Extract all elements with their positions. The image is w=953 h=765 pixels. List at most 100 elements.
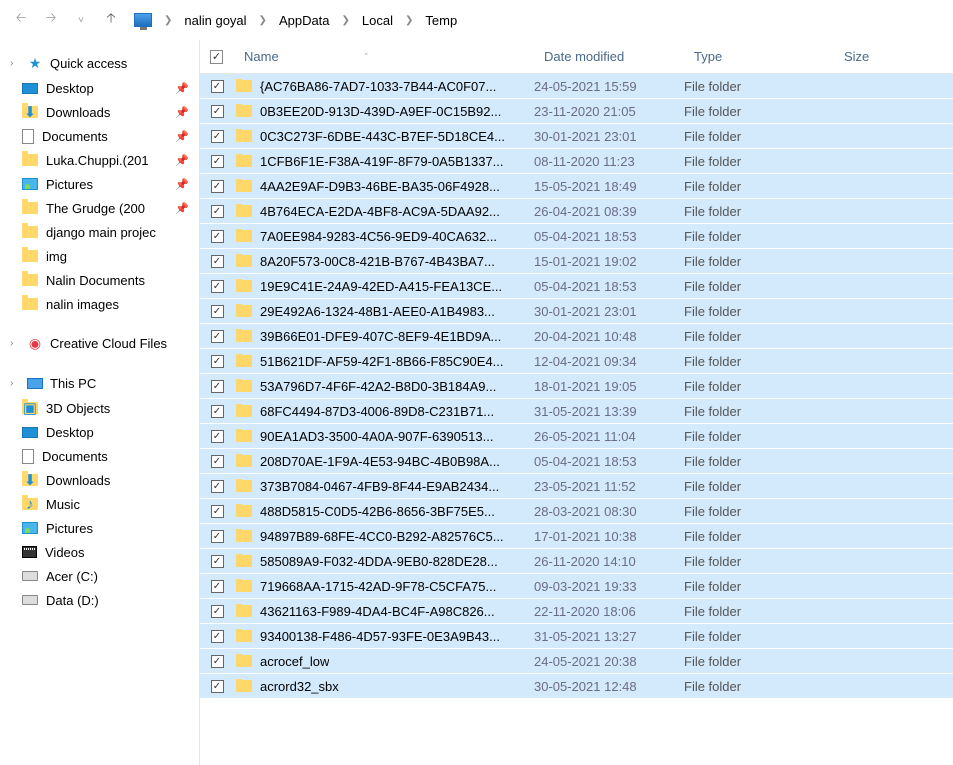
file-row[interactable]: ✓4AA2E9AF-D9B3-46BE-BA35-06F4928...15-05… xyxy=(200,174,953,199)
file-row[interactable]: ✓53A796D7-4F6F-42A2-B8D0-3B184A9...18-01… xyxy=(200,374,953,399)
file-row[interactable]: ✓4B764ECA-E2DA-4BF8-AC9A-5DAA92...26-04-… xyxy=(200,199,953,224)
sidebar-item-label: Music xyxy=(46,497,189,512)
sidebar-item[interactable]: ⬇Downloads📌 xyxy=(0,100,199,124)
row-checkbox[interactable]: ✓ xyxy=(211,155,224,168)
sidebar-item[interactable]: Videos xyxy=(0,540,199,564)
sidebar-item[interactable]: The Grudge (200📌 xyxy=(0,196,199,220)
row-checkbox[interactable]: ✓ xyxy=(211,605,224,618)
file-name: 373B7084-0467-4FB9-8F44-E9AB2434... xyxy=(260,479,499,494)
file-row[interactable]: ✓29E492A6-1324-48B1-AEE0-A1B4983...30-01… xyxy=(200,299,953,324)
chevron-right-icon[interactable]: › xyxy=(10,338,20,349)
column-header-date[interactable]: Date modified xyxy=(534,40,684,73)
sidebar-item[interactable]: ⬇Downloads xyxy=(0,468,199,492)
sidebar-item[interactable]: Documents xyxy=(0,444,199,468)
sidebar-item-label: django main projec xyxy=(46,225,189,240)
breadcrumb-item[interactable]: Temp xyxy=(421,11,461,30)
row-checkbox[interactable]: ✓ xyxy=(211,230,224,243)
breadcrumb-item[interactable]: Local xyxy=(358,11,397,30)
row-checkbox[interactable]: ✓ xyxy=(211,405,224,418)
row-checkbox[interactable]: ✓ xyxy=(211,655,224,668)
sidebar-item[interactable]: nalin images xyxy=(0,292,199,316)
breadcrumb[interactable]: ❯ nalin goyal ❯ AppData ❯ Local ❯ Temp xyxy=(134,11,461,30)
row-checkbox[interactable]: ✓ xyxy=(211,455,224,468)
column-header-name[interactable]: Name ˆ xyxy=(234,40,534,73)
file-row[interactable]: ✓acrord32_sbx30-05-2021 12:48File folder xyxy=(200,674,953,699)
file-row[interactable]: ✓93400138-F486-4D57-93FE-0E3A9B43...31-0… xyxy=(200,624,953,649)
file-row[interactable]: ✓51B621DF-AF59-42F1-8B66-F85C90E4...12-0… xyxy=(200,349,953,374)
pin-icon: 📌 xyxy=(175,154,189,167)
file-row[interactable]: ✓373B7084-0467-4FB9-8F44-E9AB2434...23-0… xyxy=(200,474,953,499)
this-pc-header[interactable]: › This PC xyxy=(0,370,199,396)
row-checkbox[interactable]: ✓ xyxy=(211,130,224,143)
sidebar-item[interactable]: ♪Music xyxy=(0,492,199,516)
file-row[interactable]: ✓719668AA-1715-42AD-9F78-C5CFA75...09-03… xyxy=(200,574,953,599)
row-checkbox[interactable]: ✓ xyxy=(211,580,224,593)
file-row[interactable]: ✓90EA1AD3-3500-4A0A-907F-6390513...26-05… xyxy=(200,424,953,449)
sidebar-item[interactable]: Desktop📌 xyxy=(0,76,199,100)
file-row[interactable]: ✓8A20F573-00C8-421B-B767-4B43BA7...15-01… xyxy=(200,249,953,274)
chevron-right-icon[interactable]: ❯ xyxy=(405,15,413,26)
row-checkbox[interactable]: ✓ xyxy=(211,280,224,293)
file-row[interactable]: ✓acrocef_low24-05-2021 20:38File folder xyxy=(200,649,953,674)
chevron-right-icon[interactable]: › xyxy=(10,58,20,69)
row-checkbox[interactable]: ✓ xyxy=(211,555,224,568)
sidebar-item[interactable]: ▣3D Objects xyxy=(0,396,199,420)
sidebar-item[interactable]: Luka.Chuppi.(201📌 xyxy=(0,148,199,172)
file-name: 4B764ECA-E2DA-4BF8-AC9A-5DAA92... xyxy=(260,204,500,219)
recent-dropdown[interactable]: ˅ xyxy=(68,7,94,33)
sidebar-item[interactable]: Data (D:) xyxy=(0,588,199,612)
row-checkbox[interactable]: ✓ xyxy=(211,180,224,193)
row-checkbox[interactable]: ✓ xyxy=(211,380,224,393)
breadcrumb-item[interactable]: nalin goyal xyxy=(180,11,250,30)
file-row[interactable]: ✓488D5815-C0D5-42B6-8656-3BF75E5...28-03… xyxy=(200,499,953,524)
row-checkbox[interactable]: ✓ xyxy=(211,480,224,493)
breadcrumb-item[interactable]: AppData xyxy=(275,11,334,30)
chevron-right-icon[interactable]: › xyxy=(10,378,20,389)
sidebar-item-label: Documents xyxy=(42,129,167,144)
row-checkbox[interactable]: ✓ xyxy=(211,305,224,318)
column-header-size[interactable]: Size xyxy=(834,40,953,73)
file-name: acrocef_low xyxy=(260,654,329,669)
sidebar-item[interactable]: Acer (C:) xyxy=(0,564,199,588)
column-header-type[interactable]: Type xyxy=(684,40,834,73)
file-row[interactable]: ✓{AC76BA86-7AD7-1033-7B44-AC0F07...24-05… xyxy=(200,74,953,99)
file-row[interactable]: ✓208D70AE-1F9A-4E53-94BC-4B0B98A...05-04… xyxy=(200,449,953,474)
file-row[interactable]: ✓68FC4494-87D3-4006-89D8-C231B71...31-05… xyxy=(200,399,953,424)
sidebar-item[interactable]: django main projec xyxy=(0,220,199,244)
sidebar-item[interactable]: Desktop xyxy=(0,420,199,444)
file-row[interactable]: ✓0C3C273F-6DBE-443C-B7EF-5D18CE4...30-01… xyxy=(200,124,953,149)
sidebar-item[interactable]: Nalin Documents xyxy=(0,268,199,292)
sidebar-item[interactable]: Pictures📌 xyxy=(0,172,199,196)
chevron-right-icon[interactable]: ❯ xyxy=(164,15,172,26)
file-row[interactable]: ✓585089A9-F032-4DDA-9EB0-828DE28...26-11… xyxy=(200,549,953,574)
file-row[interactable]: ✓39B66E01-DFE9-407C-8EF9-4E1BD9A...20-04… xyxy=(200,324,953,349)
row-checkbox[interactable]: ✓ xyxy=(211,255,224,268)
back-button[interactable]: 🡠 xyxy=(8,7,34,33)
row-checkbox[interactable]: ✓ xyxy=(211,205,224,218)
row-checkbox[interactable]: ✓ xyxy=(211,355,224,368)
chevron-right-icon[interactable]: ❯ xyxy=(259,15,267,26)
sidebar-item[interactable]: Pictures xyxy=(0,516,199,540)
quick-access-header[interactable]: › ★ Quick access xyxy=(0,50,199,76)
row-checkbox[interactable]: ✓ xyxy=(211,680,224,693)
file-row[interactable]: ✓19E9C41E-24A9-42ED-A415-FEA13CE...05-04… xyxy=(200,274,953,299)
row-checkbox[interactable]: ✓ xyxy=(211,530,224,543)
creative-cloud-item[interactable]: › ◉ Creative Cloud Files xyxy=(0,330,199,356)
row-checkbox[interactable]: ✓ xyxy=(211,505,224,518)
row-checkbox[interactable]: ✓ xyxy=(211,630,224,643)
sidebar-item[interactable]: img xyxy=(0,244,199,268)
row-checkbox[interactable]: ✓ xyxy=(211,105,224,118)
row-checkbox[interactable]: ✓ xyxy=(211,330,224,343)
row-checkbox[interactable]: ✓ xyxy=(211,80,224,93)
up-button[interactable]: 🡡 xyxy=(98,7,124,33)
file-row[interactable]: ✓94897B89-68FE-4CC0-B292-A82576C5...17-0… xyxy=(200,524,953,549)
row-checkbox[interactable]: ✓ xyxy=(211,430,224,443)
file-row[interactable]: ✓7A0EE984-9283-4C56-9ED9-40CA632...05-04… xyxy=(200,224,953,249)
sidebar-item[interactable]: Documents📌 xyxy=(0,124,199,148)
file-row[interactable]: ✓1CFB6F1E-F38A-419F-8F79-0A5B1337...08-1… xyxy=(200,149,953,174)
select-all-checkbox[interactable]: ✓ xyxy=(200,40,234,73)
file-row[interactable]: ✓0B3EE20D-913D-439D-A9EF-0C15B92...23-11… xyxy=(200,99,953,124)
forward-button[interactable]: 🡢 xyxy=(38,7,64,33)
file-row[interactable]: ✓43621163-F989-4DA4-BC4F-A98C826...22-11… xyxy=(200,599,953,624)
chevron-right-icon[interactable]: ❯ xyxy=(342,15,350,26)
